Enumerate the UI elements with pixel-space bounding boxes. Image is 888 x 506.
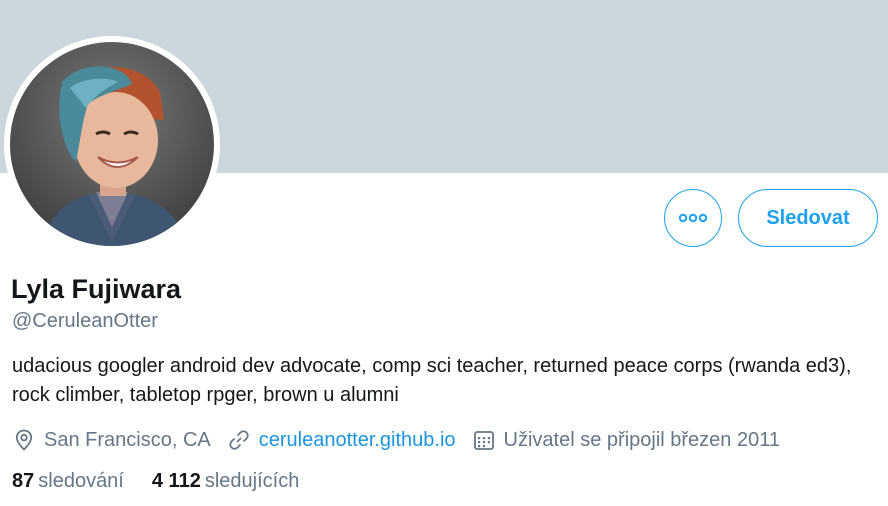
joined-text: Uživatel se připojil březen 2011: [503, 428, 780, 451]
avatar-photo: [10, 42, 214, 246]
website-item[interactable]: ceruleanotter.github.io: [227, 428, 456, 452]
profile-meta: San Francisco, CA ceruleanotter.github.i…: [12, 425, 796, 455]
followers-count: 4 112: [151, 470, 201, 492]
followers-stat[interactable]: 4 112 sledujících: [152, 470, 299, 493]
following-stat[interactable]: 87 sledování: [12, 470, 124, 493]
joined-item: Uživatel se připojil březen 2011: [472, 428, 780, 452]
followers-label: sledujících: [204, 470, 300, 492]
link-icon: [227, 428, 251, 452]
calendar-icon: [472, 428, 496, 452]
follow-button[interactable]: Sledovat: [738, 189, 878, 247]
following-label: sledování: [38, 470, 124, 492]
following-count: 87: [12, 470, 35, 492]
profile-bio: udacious googler android dev advocate, c…: [12, 355, 852, 406]
more-options-button[interactable]: [664, 189, 722, 247]
website-link[interactable]: ceruleanotter.github.io: [259, 429, 456, 452]
profile-handle: @CeruleanOtter: [12, 310, 158, 332]
location-pin-icon: [12, 428, 36, 452]
location-text: San Francisco, CA: [44, 428, 211, 451]
more-options-icon: [678, 213, 708, 223]
profile-avatar[interactable]: [4, 36, 220, 252]
profile-name: Lyla Fujiwara: [11, 274, 182, 304]
profile-stats: 87 sledování 4 112 sledujících: [12, 470, 327, 493]
location-item: San Francisco, CA: [12, 428, 211, 452]
